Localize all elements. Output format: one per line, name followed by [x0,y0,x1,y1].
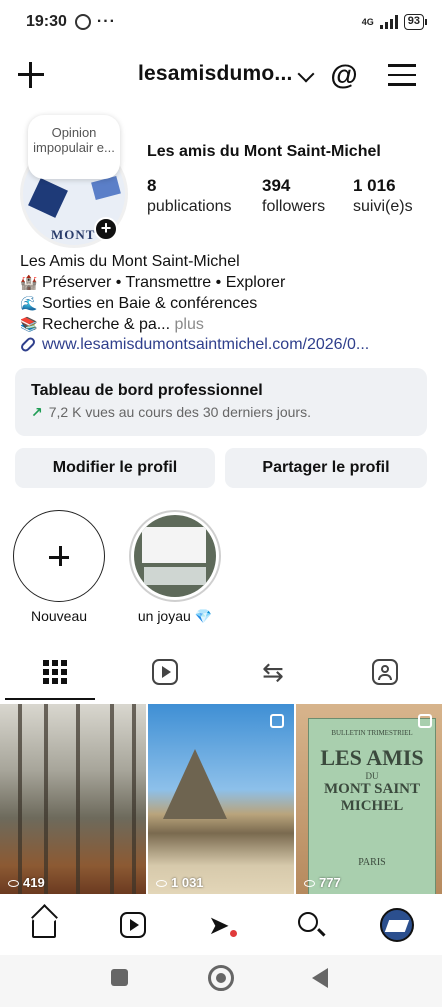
tab-reposts[interactable]: ⇆ [220,650,330,700]
post-views: 419 [8,875,45,890]
post-views-count: 419 [23,875,45,890]
bio-line-text: Sorties en Baie & conférences [42,295,258,312]
highlight-label: Nouveau [30,608,88,624]
bottom-navigation: ➤ [0,896,442,952]
bio-line-text: Préserver • Transmettre • Explorer [42,274,286,291]
status-bar: 19:30 ··· 4G 93 [0,0,442,44]
tab-tagged[interactable] [330,650,440,700]
stat-label: suivi(e)s [353,198,413,215]
clock: 19:30 [26,13,67,30]
post-views-count: 1 031 [171,875,204,890]
search-icon [298,912,318,932]
bio-title: Les Amis du Mont Saint-Michel [20,253,240,270]
castle-icon: 🏰 [20,274,38,290]
create-plus-icon[interactable] [14,58,48,92]
signal-icon [379,15,398,29]
stat-followers[interactable]: 394 followers [262,176,325,216]
more-notifications-icon: ··· [96,13,116,30]
home-circle-icon[interactable] [208,965,234,991]
back-icon[interactable] [312,968,328,988]
nav-home[interactable] [24,904,64,944]
post-thumbnail[interactable]: BULLETIN TRIMESTRIEL LES AMIS DU MONT SA… [296,704,442,894]
top-bar: lesamisdumo... @ [0,52,442,102]
add-story-plus-icon[interactable]: + [94,217,118,241]
book-text: PARIS [358,857,386,868]
reels-icon [120,912,146,938]
bio-line-text: Recherche & pa... [42,316,171,333]
share-profile-button[interactable]: Partager le profil [225,448,427,488]
stat-value: 8 [147,176,157,195]
reels-icon [152,659,178,685]
nav-search[interactable] [290,904,330,944]
eye-icon [156,880,167,888]
dashboard-subtitle-text: 7,2 K vues au cours des 30 derniers jour… [48,404,311,420]
hamburger-menu-icon[interactable] [388,64,416,88]
eye-icon [304,880,315,888]
chevron-down-icon[interactable] [297,65,315,83]
stat-publications[interactable]: 8 publications [147,176,232,216]
highlight-cover[interactable] [129,510,221,602]
post-thumbnail[interactable]: 419 [0,704,146,894]
tab-grid[interactable] [0,650,110,700]
edit-profile-button[interactable]: Modifier le profil [15,448,215,488]
highlight-item[interactable]: un joyau 💎 [129,510,221,625]
eye-icon [8,880,19,888]
battery-icon: 93 [403,14,428,30]
stat-value: 1 016 [353,176,396,195]
profile-tabs: ⇆ [0,650,442,700]
highlight-label: un joyau 💎 [137,608,213,624]
post-views-count: 777 [319,875,341,890]
book-text: MONT SAINT MICHEL [324,781,420,814]
profile-avatar-icon [380,908,414,942]
bio-more-link[interactable]: plus [170,316,204,333]
professional-dashboard[interactable]: Tableau de bord professionnel ↗ 7,2 K vue… [15,368,427,436]
tab-reels[interactable] [110,650,220,700]
nav-reels[interactable] [112,904,152,944]
bio-website-link[interactable]: www.lesamisdumontsaintmichel.com/2026/0.… [20,335,420,355]
bio: Les Amis du Mont Saint-Michel 🏰 Préserver… [20,252,430,355]
system-navigation-bar [0,955,442,1007]
avatar-text: MONT [51,227,96,242]
books-icon: 📚 [20,316,38,332]
network-type: 4G [361,17,374,27]
unread-dot [230,930,237,937]
bio-line: 🏰 Préserver • Transmettre • Explorer [20,272,430,293]
profile-display-name: Les amis du Mont Saint-Michel [147,143,381,160]
trend-up-icon: ↗ [31,404,43,420]
send-icon: ➤ [208,910,230,940]
bio-website-text: www.lesamisdumontsaintmichel.com/2026/0.… [42,336,370,353]
account-switcher-username[interactable]: lesamisdumo... [138,62,293,86]
grid-icon [43,660,67,684]
post-views: 777 [304,875,341,890]
whatsapp-icon [74,14,91,30]
stat-following[interactable]: 1 016 suivi(e)s [353,176,413,216]
book-text: LES AMIS [320,745,424,770]
threads-icon[interactable]: @ [330,60,358,90]
bio-line: 📚 Recherche & pa... plus [20,314,430,335]
stat-value: 394 [262,176,291,195]
stat-label: publications [147,198,232,215]
new-highlight-plus-icon[interactable] [13,510,105,602]
bulletin-cover: BULLETIN TRIMESTRIEL LES AMIS DU MONT SA… [308,718,436,894]
post-thumbnail[interactable]: 1 031 [148,704,294,894]
post-views: 1 031 [156,875,204,890]
book-text: BULLETIN TRIMESTRIEL [331,729,413,737]
nav-profile[interactable] [378,904,418,944]
carousel-icon [270,714,284,728]
highlight-new[interactable]: Nouveau [13,510,105,624]
repost-icon: ⇆ [262,657,284,687]
dashboard-subtitle: ↗ 7,2 K vues au cours des 30 derniers jou… [31,404,411,421]
tagged-person-icon [372,659,398,685]
stat-label: followers [262,198,326,215]
link-icon [20,335,37,354]
recent-apps-icon[interactable] [111,969,128,986]
nav-messages[interactable]: ➤ [202,904,242,944]
dashboard-title: Tableau de bord professionnel [31,382,263,399]
book-text: DU [365,771,379,781]
wave-icon: 🌊 [20,295,38,311]
carousel-icon [418,714,432,728]
note-bubble[interactable]: Opinion impopulair e... [28,115,120,179]
home-icon [32,916,56,938]
bio-line: 🌊 Sorties en Baie & conférences [20,293,430,314]
